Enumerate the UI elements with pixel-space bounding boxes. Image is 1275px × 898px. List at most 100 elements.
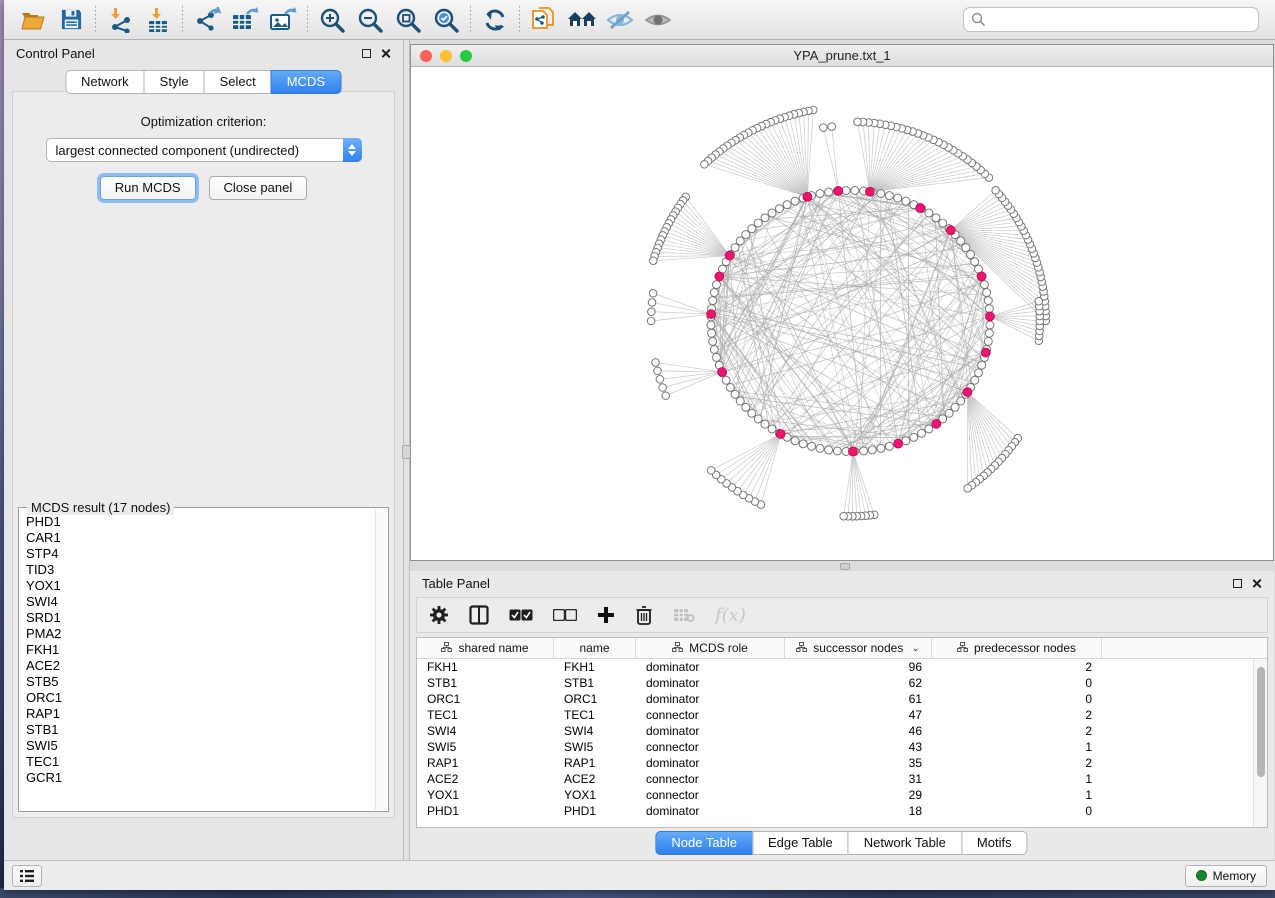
add-column-icon[interactable] xyxy=(597,606,615,624)
network-node[interactable] xyxy=(957,237,965,245)
network-node[interactable] xyxy=(761,420,769,428)
show-all-icon[interactable] xyxy=(639,4,677,36)
network-node[interactable] xyxy=(851,187,859,195)
network-node[interactable] xyxy=(951,403,959,411)
network-node[interactable] xyxy=(659,384,667,392)
column-layout-icon[interactable] xyxy=(469,605,489,625)
network-node[interactable] xyxy=(731,244,739,252)
dominator-node[interactable] xyxy=(718,368,727,377)
table-cell[interactable]: YOX1 xyxy=(417,787,554,803)
network-node[interactable] xyxy=(656,375,664,383)
tab-select[interactable]: Select xyxy=(204,70,272,94)
network-node[interactable] xyxy=(649,289,657,297)
network-node[interactable] xyxy=(964,485,972,493)
table-cell[interactable]: 2 xyxy=(932,755,1102,771)
network-node[interactable] xyxy=(648,299,656,307)
network-document-icon[interactable] xyxy=(525,4,563,36)
function-builder-icon[interactable]: f(x) xyxy=(715,605,746,626)
table-cell[interactable]: STB1 xyxy=(417,675,554,691)
table-cell[interactable]: connector xyxy=(636,707,785,723)
network-node[interactable] xyxy=(816,190,824,198)
network-node[interactable] xyxy=(707,467,715,475)
table-cell[interactable]: ORC1 xyxy=(417,691,554,707)
zoom-out-icon[interactable] xyxy=(351,4,389,36)
open-file-icon[interactable] xyxy=(14,4,52,36)
network-node[interactable] xyxy=(742,231,750,239)
network-node[interactable] xyxy=(768,209,776,217)
network-node[interactable] xyxy=(902,197,910,205)
table-cell[interactable]: STB1 xyxy=(554,675,636,691)
tab-mcds[interactable]: MCDS xyxy=(271,70,341,94)
network-node[interactable] xyxy=(816,444,824,452)
network-node[interactable] xyxy=(713,281,721,289)
network-node[interactable] xyxy=(791,437,799,445)
network-node[interactable] xyxy=(910,433,918,441)
network-node[interactable] xyxy=(707,321,715,329)
table-cell[interactable]: connector xyxy=(636,739,785,755)
dominator-node[interactable] xyxy=(776,430,785,439)
zoom-in-icon[interactable] xyxy=(313,4,351,36)
network-node[interactable] xyxy=(939,219,947,227)
hide-selected-icon[interactable] xyxy=(601,4,639,36)
network-node[interactable] xyxy=(945,409,953,417)
network-node[interactable] xyxy=(754,219,762,227)
network-node[interactable] xyxy=(877,444,885,452)
table-cell[interactable]: SWI5 xyxy=(554,739,636,755)
close-panel-button[interactable]: Close panel xyxy=(209,176,308,200)
deselect-all-checkboxes-icon[interactable] xyxy=(553,609,577,621)
result-list-item[interactable]: FKH1 xyxy=(26,642,375,658)
network-node[interactable] xyxy=(860,447,868,455)
table-cell[interactable]: RAP1 xyxy=(554,755,636,771)
table-cell[interactable]: dominator xyxy=(636,755,785,771)
network-node[interactable] xyxy=(736,237,744,245)
dominator-node[interactable] xyxy=(916,204,925,213)
network-node[interactable] xyxy=(662,392,670,400)
table-row[interactable]: ACE2ACE2connector311 xyxy=(417,771,1267,787)
network-node[interactable] xyxy=(708,329,716,337)
delete-column-icon[interactable] xyxy=(635,605,653,625)
dominator-node[interactable] xyxy=(981,348,990,357)
network-node[interactable] xyxy=(986,321,994,329)
table-cell[interactable]: dominator xyxy=(636,803,785,819)
table-cell[interactable]: 0 xyxy=(932,675,1102,691)
network-node[interactable] xyxy=(799,440,807,448)
maximize-window-icon[interactable] xyxy=(460,50,472,62)
dominator-node[interactable] xyxy=(986,312,995,321)
network-node[interactable] xyxy=(971,376,979,384)
result-list-item[interactable]: ACE2 xyxy=(26,658,375,674)
table-cell[interactable]: FKH1 xyxy=(417,659,554,675)
table-row[interactable]: FKH1FKH1dominator962 xyxy=(417,659,1267,675)
table-cell[interactable]: 46 xyxy=(785,723,932,739)
tab-node-table[interactable]: Node Table xyxy=(655,831,753,855)
table-cell[interactable]: dominator xyxy=(636,675,785,691)
network-node[interactable] xyxy=(748,225,756,233)
network-node[interactable] xyxy=(775,205,783,213)
table-cell[interactable]: SWI4 xyxy=(417,723,554,739)
minimize-window-icon[interactable] xyxy=(440,50,452,62)
network-node[interactable] xyxy=(833,447,841,455)
network-node[interactable] xyxy=(710,345,718,353)
network-node[interactable] xyxy=(854,118,862,126)
run-mcds-button[interactable]: Run MCDS xyxy=(100,176,196,200)
network-node[interactable] xyxy=(932,214,940,222)
network-node[interactable] xyxy=(652,359,660,367)
network-node[interactable] xyxy=(736,397,744,405)
table-cell[interactable]: PHD1 xyxy=(417,803,554,819)
network-node[interactable] xyxy=(1035,297,1043,305)
result-list-item[interactable]: ORC1 xyxy=(26,690,375,706)
import-table-icon[interactable] xyxy=(139,4,177,36)
network-node[interactable] xyxy=(925,425,933,433)
column-header-successor-nodes[interactable]: successor nodes⌄ xyxy=(785,638,932,658)
network-node[interactable] xyxy=(647,317,655,325)
table-cell[interactable]: 47 xyxy=(785,707,932,723)
mcds-result-list[interactable]: PHD1CAR1STP4TID3YOX1SWI4SRD1PMA2FKH1ACE2… xyxy=(20,509,375,810)
tab-style[interactable]: Style xyxy=(144,70,205,94)
network-node[interactable] xyxy=(791,197,799,205)
table-cell[interactable]: ACE2 xyxy=(554,771,636,787)
table-cell[interactable]: 62 xyxy=(785,675,932,691)
table-cell[interactable]: YOX1 xyxy=(554,787,636,803)
result-list-item[interactable]: TID3 xyxy=(26,562,375,578)
network-node[interactable] xyxy=(713,353,721,361)
result-list-item[interactable]: SRD1 xyxy=(26,610,375,626)
table-cell[interactable]: 0 xyxy=(932,691,1102,707)
